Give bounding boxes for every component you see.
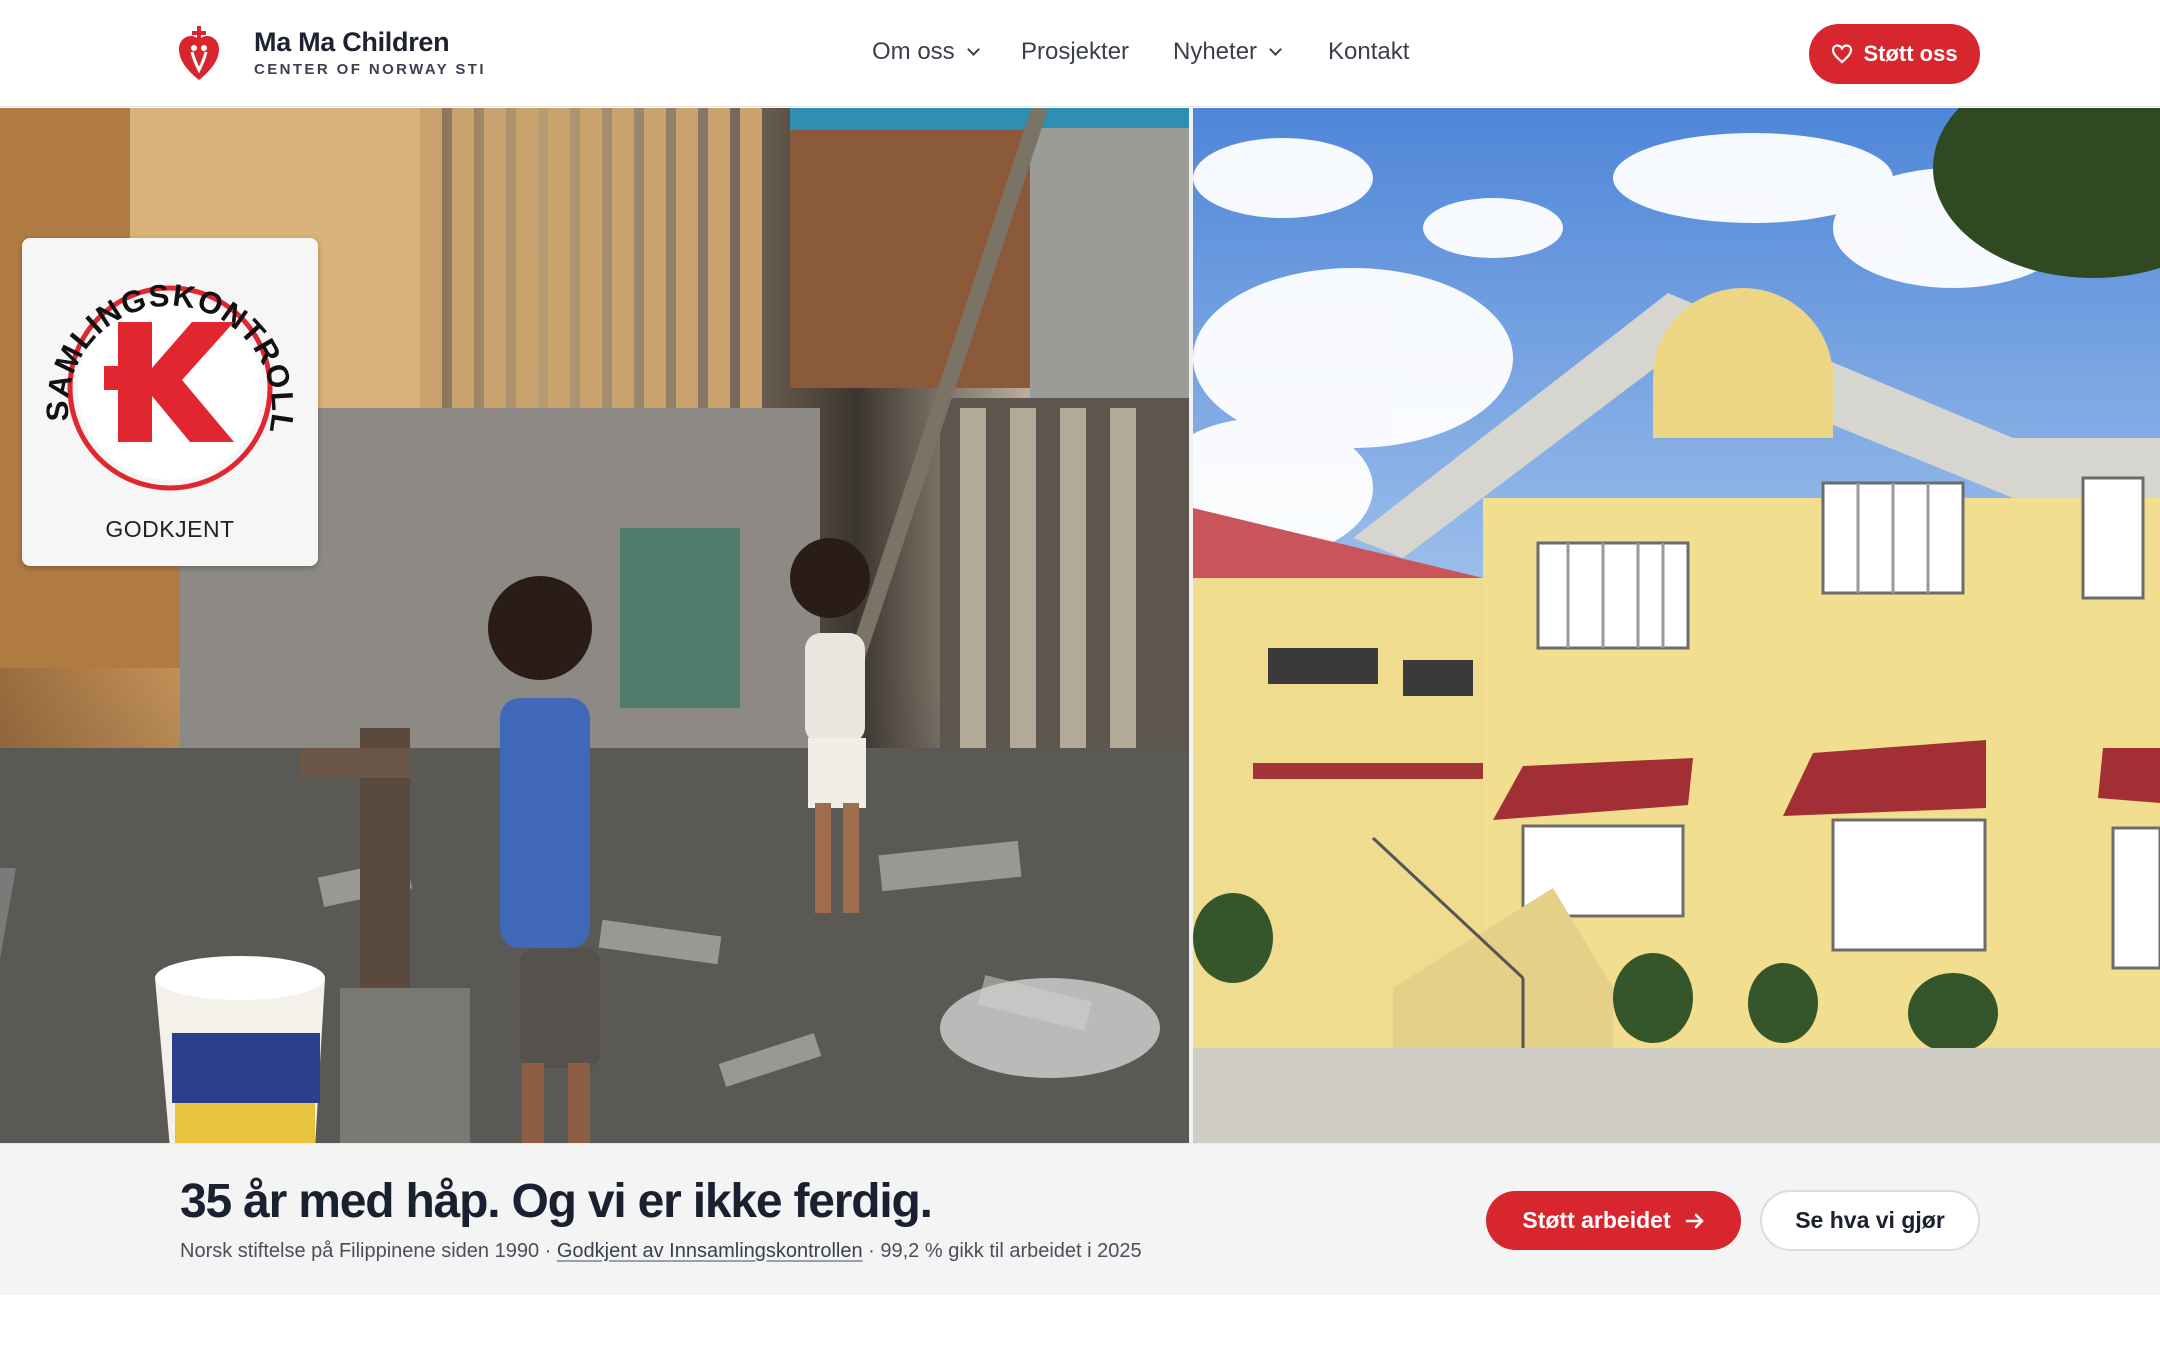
see-what-we-do-label: Se hva vi gjør xyxy=(1795,1207,1945,1233)
building-illustration xyxy=(1193,108,2160,1143)
heart-icon xyxy=(1832,44,1853,64)
subline-text-2: · 99,2 % gikk til arbeidet i 2025 xyxy=(862,1240,1142,1262)
nav-label: Nyheter xyxy=(1173,38,1258,65)
page-bottom-area xyxy=(0,1295,2160,1350)
hero-headline: 35 år med håp. Og vi er ikke ferdig. xyxy=(180,1175,933,1228)
subline-text-1: Norsk stiftelse på Filippinene siden 199… xyxy=(180,1240,557,1262)
arrow-right-icon xyxy=(1685,1213,1703,1228)
brand-name[interactable]: Ma Ma Children xyxy=(254,27,450,58)
site-header: Ma Ma Children CENTER OF NORWAY STI Om o… xyxy=(0,0,2160,107)
nav-label: Om oss xyxy=(872,38,955,65)
nav-item-om-oss[interactable]: Om oss xyxy=(872,38,980,66)
innsamlingskontrollen-seal-icon: INNSAMLINGSKONTROLLEN xyxy=(10,210,299,491)
nav-item-kontakt[interactable]: Kontakt xyxy=(1328,38,1409,66)
nav-label: Kontakt xyxy=(1328,38,1410,65)
chevron-down-icon xyxy=(1269,42,1282,56)
nav-item-prosjekter[interactable]: Prosjekter xyxy=(1021,38,1129,66)
donate-button[interactable]: Støtt oss xyxy=(1809,24,1980,84)
innsamlingskontrollen-link[interactable]: Godkjent av Innsamlingskontrollen xyxy=(557,1240,863,1262)
nav-item-nyheter[interactable]: Nyheter xyxy=(1173,38,1282,66)
heart-cross-logo[interactable] xyxy=(178,24,220,82)
chevron-down-icon xyxy=(966,42,980,56)
brand-tagline: CENTER OF NORWAY STI xyxy=(254,61,486,78)
nav-label: Prosjekter xyxy=(1021,38,1130,65)
hero-photo-children: INNSAMLINGSKONTROLLEN GODKJENT xyxy=(0,108,1189,1143)
hero-photo-building xyxy=(1193,108,2160,1143)
badge-label: GODKJENT xyxy=(105,516,235,542)
support-work-button[interactable]: Støtt arbeidet xyxy=(1486,1191,1741,1250)
support-work-label: Støtt arbeidet xyxy=(1522,1207,1671,1233)
innsamlingskontrollen-badge[interactable]: INNSAMLINGSKONTROLLEN GODKJENT xyxy=(10,210,318,566)
hero-subline: Norsk stiftelse på Filippinene siden 199… xyxy=(180,1240,1142,1263)
donate-label: Støtt oss xyxy=(1863,41,1958,66)
see-what-we-do-button[interactable]: Se hva vi gjør xyxy=(1760,1190,1980,1251)
